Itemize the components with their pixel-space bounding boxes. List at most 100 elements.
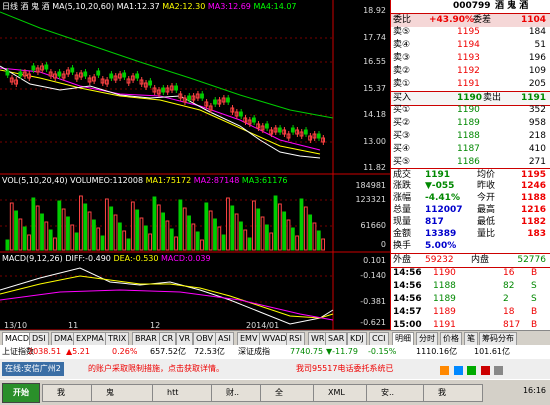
- tab-wvad[interactable]: WVAD: [259, 332, 290, 346]
- trade-tick-row: 14:56 1188 82 S: [391, 280, 550, 293]
- tab-rsi[interactable]: RSI: [286, 332, 305, 346]
- tab-sar[interactable]: SAR: [325, 332, 348, 346]
- tab-vr[interactable]: VR: [176, 332, 194, 346]
- volume-bar: [217, 226, 222, 251]
- volume-bar: [109, 206, 114, 251]
- volume-bar: [87, 211, 92, 251]
- marquee-text[interactable]: 的账户采取限制措施，点击获取详情。: [88, 359, 224, 379]
- tick-vol: 82: [503, 281, 515, 291]
- volume-bar: [282, 211, 287, 251]
- tray-icon[interactable]: [453, 366, 463, 375]
- marquee-text-2[interactable]: 我司95517电话委托系统已: [296, 359, 393, 379]
- tab-right[interactable]: 明细: [392, 332, 414, 346]
- tray-icon[interactable]: [467, 366, 477, 375]
- volume-bar: [156, 204, 161, 251]
- date-label: 2014/01: [246, 321, 280, 330]
- tab-cr[interactable]: CR: [159, 332, 177, 346]
- taskbar-item[interactable]: 我: [423, 384, 483, 402]
- macd-dea: DEA:-0.530: [113, 254, 159, 263]
- sz-amount: 72.53亿: [194, 347, 225, 356]
- buy-level-price: 1189: [457, 118, 480, 128]
- sell-level-row[interactable]: 卖③ 1193 196: [391, 52, 550, 65]
- chart-area[interactable]: 日线 酒 鬼 酒 MA(5,10,20,60) MA1:12.37 MA2:12…: [0, 0, 391, 330]
- tab-kdj[interactable]: KDJ: [347, 332, 367, 346]
- volume-bar: [208, 210, 213, 251]
- vol-ma2: MA2:87148: [193, 176, 240, 185]
- tray-icon[interactable]: [480, 366, 490, 375]
- tab-asi[interactable]: ASI: [215, 332, 234, 346]
- tab-emv[interactable]: EMV: [237, 332, 261, 346]
- indicator-tab-bar: MACD DSI DMA EXPMA TRIX BRAR CR VR OBV ASI EMV WVAD…: [0, 330, 550, 346]
- sell-level-vol: 109: [528, 66, 546, 76]
- tab-right[interactable]: 分时: [416, 332, 438, 346]
- tab-expma[interactable]: EXPMA: [73, 332, 107, 346]
- volume-bar: [44, 221, 49, 251]
- tray-icon[interactable]: [440, 366, 449, 375]
- volume-bar: [299, 198, 304, 251]
- buy-level-vol: 958: [528, 118, 546, 128]
- tab-right[interactable]: 筹码分布: [479, 332, 517, 346]
- trade-tick-row: 14:56 1190 16 B: [391, 267, 550, 280]
- volume-bar: [226, 197, 230, 251]
- tab-cci[interactable]: CCI: [369, 332, 389, 346]
- buy-level-row[interactable]: 买④ 1187 410: [391, 143, 550, 156]
- stat-value-2: 1188: [520, 193, 546, 203]
- date-label: 12: [150, 321, 161, 330]
- vol-tick: 0: [380, 240, 386, 249]
- tick-price: 1188: [433, 281, 456, 291]
- sh-index-amount: 657.52亿: [150, 347, 186, 356]
- tab-macd[interactable]: MACD: [2, 332, 32, 346]
- sell-level-price: 1193: [457, 53, 480, 63]
- news-marquee[interactable]: 在线:安信广州2 的账户采取限制措施，点击获取详情。 我司95517电话委托系统…: [0, 359, 550, 379]
- vol-ma1: MA1:75172: [145, 176, 192, 185]
- sell-level-row[interactable]: 卖② 1192 109: [391, 65, 550, 78]
- volume-bar: [53, 237, 57, 251]
- total-amount: 101.61亿: [474, 347, 510, 356]
- sell-level-row[interactable]: 卖④ 1194 51: [391, 39, 550, 52]
- price-tick: 14.18: [363, 110, 386, 119]
- sell-level-row[interactable]: 卖① 1191 205: [391, 78, 550, 91]
- volume-bar: [57, 200, 62, 251]
- sell-level-price: 1194: [457, 40, 480, 50]
- price-tick: 18.92: [363, 6, 386, 15]
- macd-tick: -0.621: [360, 318, 386, 327]
- sell-level-vol: 196: [528, 53, 546, 63]
- buy-level-row[interactable]: 买② 1189 958: [391, 117, 550, 130]
- volume-bar: [130, 201, 135, 251]
- stat-row: 涨幅 -4.41% 今开 1188: [391, 192, 550, 204]
- volume-bar: [79, 195, 83, 251]
- stat-label: 现量: [393, 217, 412, 227]
- volume-bar: [18, 218, 23, 251]
- sell-level-row[interactable]: 卖⑤ 1195 184: [391, 26, 550, 39]
- tab-right[interactable]: 笔: [464, 332, 478, 346]
- clock: 16:16: [522, 386, 546, 395]
- outer-value: 59232: [425, 255, 454, 265]
- online-status[interactable]: 在线:安信广州2: [2, 362, 64, 376]
- tab-trix[interactable]: TRIX: [105, 332, 130, 346]
- vol-tick: 123321: [355, 195, 386, 204]
- volume-bar: [234, 213, 239, 251]
- start-button[interactable]: 开始: [2, 383, 40, 403]
- stat-label: 涨幅: [393, 193, 412, 203]
- vol-ma3: MA3:61176: [241, 176, 288, 185]
- tick-vol: 16: [503, 268, 515, 278]
- volume-bar: [247, 237, 252, 251]
- volume-bar: [243, 229, 248, 251]
- buy-level-row[interactable]: 买① 1190 352: [391, 104, 550, 117]
- tab-obv[interactable]: OBV: [193, 332, 217, 346]
- tab-dma[interactable]: DMA: [51, 332, 76, 346]
- volume-bar: [221, 234, 226, 251]
- vol-tick: 184981: [355, 181, 386, 190]
- sell-level-label: 卖③: [393, 53, 411, 63]
- tab-right[interactable]: 价格: [440, 332, 462, 346]
- tray-icon[interactable]: [494, 366, 504, 375]
- volume-bar: [5, 239, 10, 251]
- buy-level-row[interactable]: 买③ 1188 218: [391, 130, 550, 143]
- volume-bar: [148, 233, 153, 251]
- tick-side: S: [531, 281, 537, 291]
- sz-index-change: ▼-11.79: [326, 347, 358, 356]
- volume-bar: [96, 227, 101, 251]
- tab-brar[interactable]: BRAR: [132, 332, 160, 346]
- tab-dsi[interactable]: DSI: [29, 332, 49, 346]
- volume-bar: [40, 213, 44, 251]
